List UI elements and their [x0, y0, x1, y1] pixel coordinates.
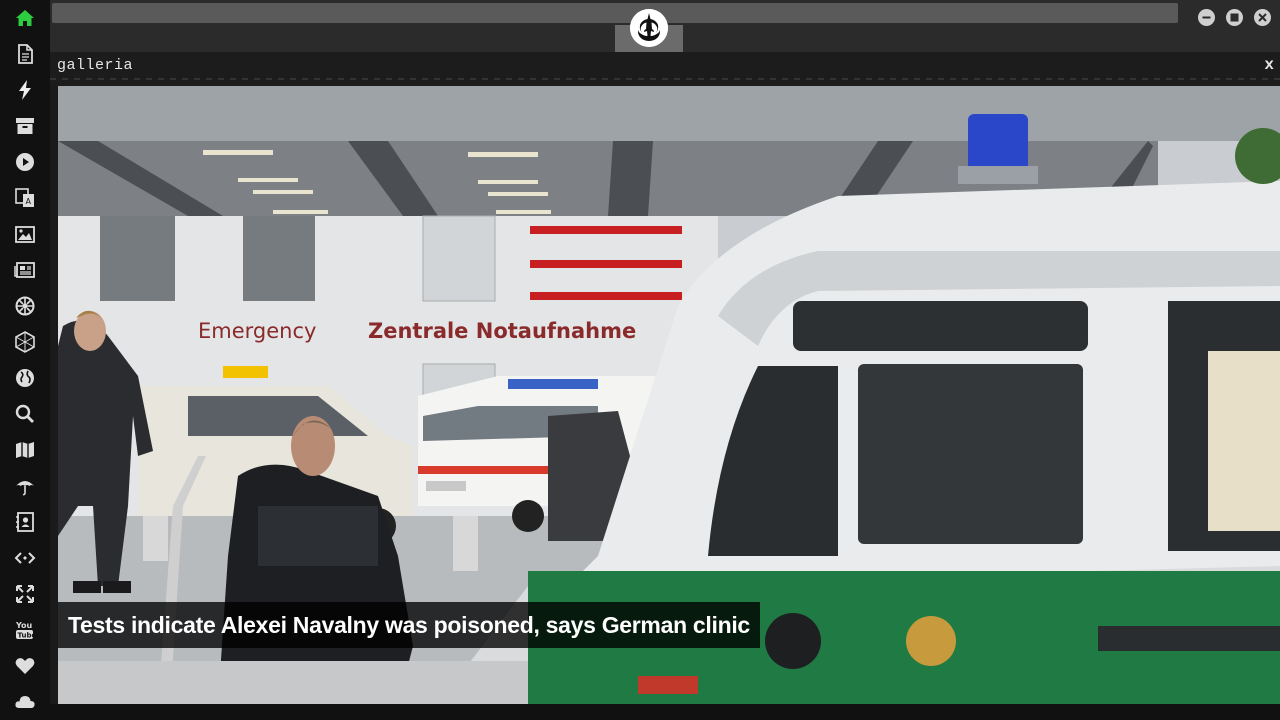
home-icon[interactable]: [13, 6, 37, 30]
hexagon-icon[interactable]: [13, 330, 37, 354]
youtube-icon[interactable]: You Tube: [13, 618, 37, 642]
top-bar: [50, 0, 1280, 52]
svg-text:A: A: [26, 197, 32, 206]
pane-close-button[interactable]: x: [1264, 56, 1274, 74]
address-bar[interactable]: [52, 3, 1178, 23]
image-icon[interactable]: [13, 222, 37, 246]
cloud-icon[interactable]: [13, 690, 37, 714]
maximize-button[interactable]: [1226, 9, 1243, 26]
document-icon[interactable]: [13, 42, 37, 66]
newspaper-icon[interactable]: [13, 258, 37, 282]
close-icon: [1258, 13, 1267, 22]
globe-icon[interactable]: [13, 366, 37, 390]
heart-icon[interactable]: [13, 654, 37, 678]
lightning-icon[interactable]: [13, 78, 37, 102]
image-caption: Tests indicate Alexei Navalny was poison…: [58, 602, 760, 648]
rebel-alliance-icon[interactable]: [630, 9, 668, 47]
play-icon[interactable]: [13, 150, 37, 174]
code-icon[interactable]: [13, 546, 37, 570]
expand-icon[interactable]: [13, 582, 37, 606]
sign-emergency: Emergency: [198, 319, 316, 343]
bottom-strip: [50, 704, 1280, 720]
pane-title: galleria: [57, 57, 134, 74]
contact-book-icon[interactable]: [13, 510, 37, 534]
pane-header: galleria x: [50, 52, 1280, 86]
sign-notaufnahme: Zentrale Notaufnahme: [368, 319, 636, 343]
archive-icon[interactable]: [13, 114, 37, 138]
map-icon[interactable]: [13, 438, 37, 462]
close-window-button[interactable]: [1254, 9, 1271, 26]
minimize-button[interactable]: [1198, 9, 1215, 26]
umbrella-icon[interactable]: [13, 474, 37, 498]
minimize-icon: [1202, 16, 1211, 19]
header-divider: [50, 78, 1280, 80]
sidebar: A You Tube: [0, 0, 50, 720]
maximize-icon: [1230, 13, 1239, 22]
gallery-image[interactable]: Emergency Zentrale Notaufnahme Tests ind…: [58, 86, 1280, 704]
svg-text:You: You: [15, 621, 33, 630]
translate-icon[interactable]: A: [13, 186, 37, 210]
svg-text:Tube: Tube: [18, 632, 37, 640]
settings-wheel-icon[interactable]: [13, 294, 37, 318]
search-icon[interactable]: [13, 402, 37, 426]
